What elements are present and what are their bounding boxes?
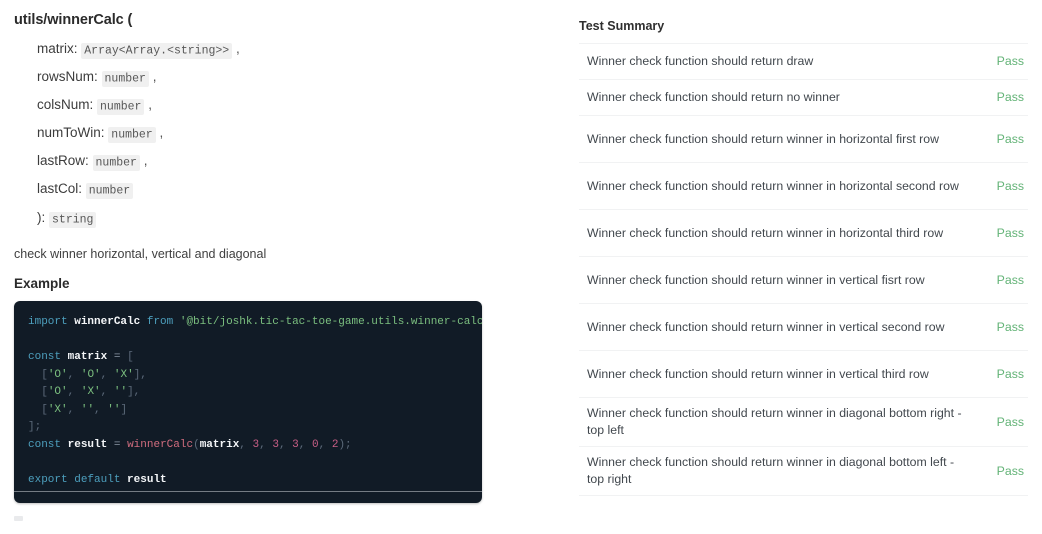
parameter-name: matrix: — [37, 41, 78, 56]
test-status-badge: Pass — [996, 90, 1024, 104]
example-heading: Example — [14, 276, 70, 291]
test-summary-title: Test Summary — [579, 19, 665, 33]
test-status-badge: Pass — [996, 463, 1024, 478]
test-status-badge: Pass — [996, 54, 1024, 68]
test-summary-row[interactable]: Winner check function should return winn… — [579, 351, 1028, 398]
test-name: Winner check function should return winn… — [587, 131, 939, 146]
test-name: Winner check function should return winn… — [587, 319, 945, 334]
test-summary-row[interactable]: Winner check function should return winn… — [579, 257, 1028, 304]
signature-open-paren: ( — [127, 12, 133, 28]
signature-parameter: lastRow: number , — [14, 148, 544, 176]
test-summary-row[interactable]: Winner check function should return winn… — [579, 447, 1028, 496]
parameter-type-badge: Array<Array.<string>> — [81, 42, 233, 59]
api-signature-panel: utils/winnerCalc ( matrix: Array<Array.<… — [14, 10, 544, 503]
test-name: Winner check function should return winn… — [587, 225, 944, 240]
test-name: Winner check function should return winn… — [587, 406, 962, 437]
test-status-badge: Pass — [996, 178, 1024, 193]
test-status-badge: Pass — [996, 319, 1024, 334]
test-status-badge: Pass — [996, 366, 1024, 381]
parameter-separator: , — [235, 41, 240, 56]
test-status-badge: Pass — [996, 272, 1024, 287]
test-summary-row[interactable]: Winner check function should return winn… — [579, 210, 1028, 257]
scroll-artifact — [14, 516, 23, 521]
parameter-type-badge: number — [108, 126, 156, 143]
parameter-name: colsNum: — [37, 97, 94, 112]
parameter-separator: , — [143, 153, 148, 168]
test-name: Winner check function should return winn… — [587, 455, 955, 486]
content-divider — [14, 491, 482, 492]
parameter-name: rowsNum: — [37, 69, 98, 84]
test-name: Winner check function should return no w… — [587, 90, 840, 104]
test-summary-row[interactable]: Winner check function should return winn… — [579, 398, 1028, 447]
parameter-type-badge: number — [92, 154, 140, 171]
test-summary-row[interactable]: Winner check function should return winn… — [579, 163, 1028, 210]
signature-parameter: numToWin: number , — [14, 120, 544, 148]
page-title: utils/winnerCalc ( — [14, 10, 544, 30]
test-summary-row[interactable]: Winner check function should return winn… — [579, 116, 1028, 163]
test-name: Winner check function should return winn… — [587, 272, 925, 287]
parameter-separator: , — [159, 125, 164, 140]
test-name: Winner check function should return draw — [587, 54, 814, 68]
signature-parameter-list: matrix: Array<Array.<string>> , rowsNum: … — [14, 36, 544, 204]
code-content[interactable]: import winnerCalc from '@bit/joshk.tic-t… — [14, 314, 482, 489]
signature-parameter: colsNum: number , — [14, 92, 544, 120]
code-example-block: import winnerCalc from '@bit/joshk.tic-t… — [14, 301, 482, 503]
parameter-separator: , — [148, 97, 152, 112]
signature-parameter: matrix: Array<Array.<string>> , — [14, 36, 544, 64]
test-status-badge: Pass — [996, 131, 1024, 146]
test-status-badge: Pass — [996, 414, 1024, 429]
signature-return: ): string — [14, 204, 544, 234]
test-summary-row[interactable]: Winner check function should return winn… — [579, 304, 1028, 351]
signature-parameter: rowsNum: number , — [14, 64, 544, 92]
parameter-name: numToWin: — [37, 125, 105, 140]
function-name: utils/winnerCalc — [14, 12, 124, 28]
test-summary-panel: Test Summary Winner check function shoul… — [579, 18, 1028, 496]
parameter-type-badge: number — [101, 70, 149, 87]
test-summary-row[interactable]: Winner check function should return draw… — [579, 44, 1028, 80]
signature-parameter: lastCol: number — [14, 176, 544, 204]
test-name: Winner check function should return winn… — [587, 178, 959, 193]
docs-page: utils/winnerCalc ( matrix: Array<Array.<… — [0, 0, 1042, 534]
test-status-badge: Pass — [996, 225, 1024, 240]
parameter-type-badge: number — [85, 182, 134, 199]
test-name: Winner check function should return winn… — [587, 366, 929, 381]
test-summary-row[interactable]: Winner check function should return no w… — [579, 80, 1028, 116]
return-type-badge: string — [49, 211, 97, 228]
parameter-name: lastRow: — [37, 153, 89, 168]
function-description: check winner horizontal, vertical and di… — [14, 247, 267, 261]
test-summary-list: Winner check function should return draw… — [579, 43, 1028, 496]
parameter-type-badge: number — [97, 98, 145, 115]
parameter-name: lastCol: — [37, 181, 83, 196]
parameter-separator: , — [152, 69, 157, 84]
signature-close-paren: ): — [37, 210, 46, 225]
